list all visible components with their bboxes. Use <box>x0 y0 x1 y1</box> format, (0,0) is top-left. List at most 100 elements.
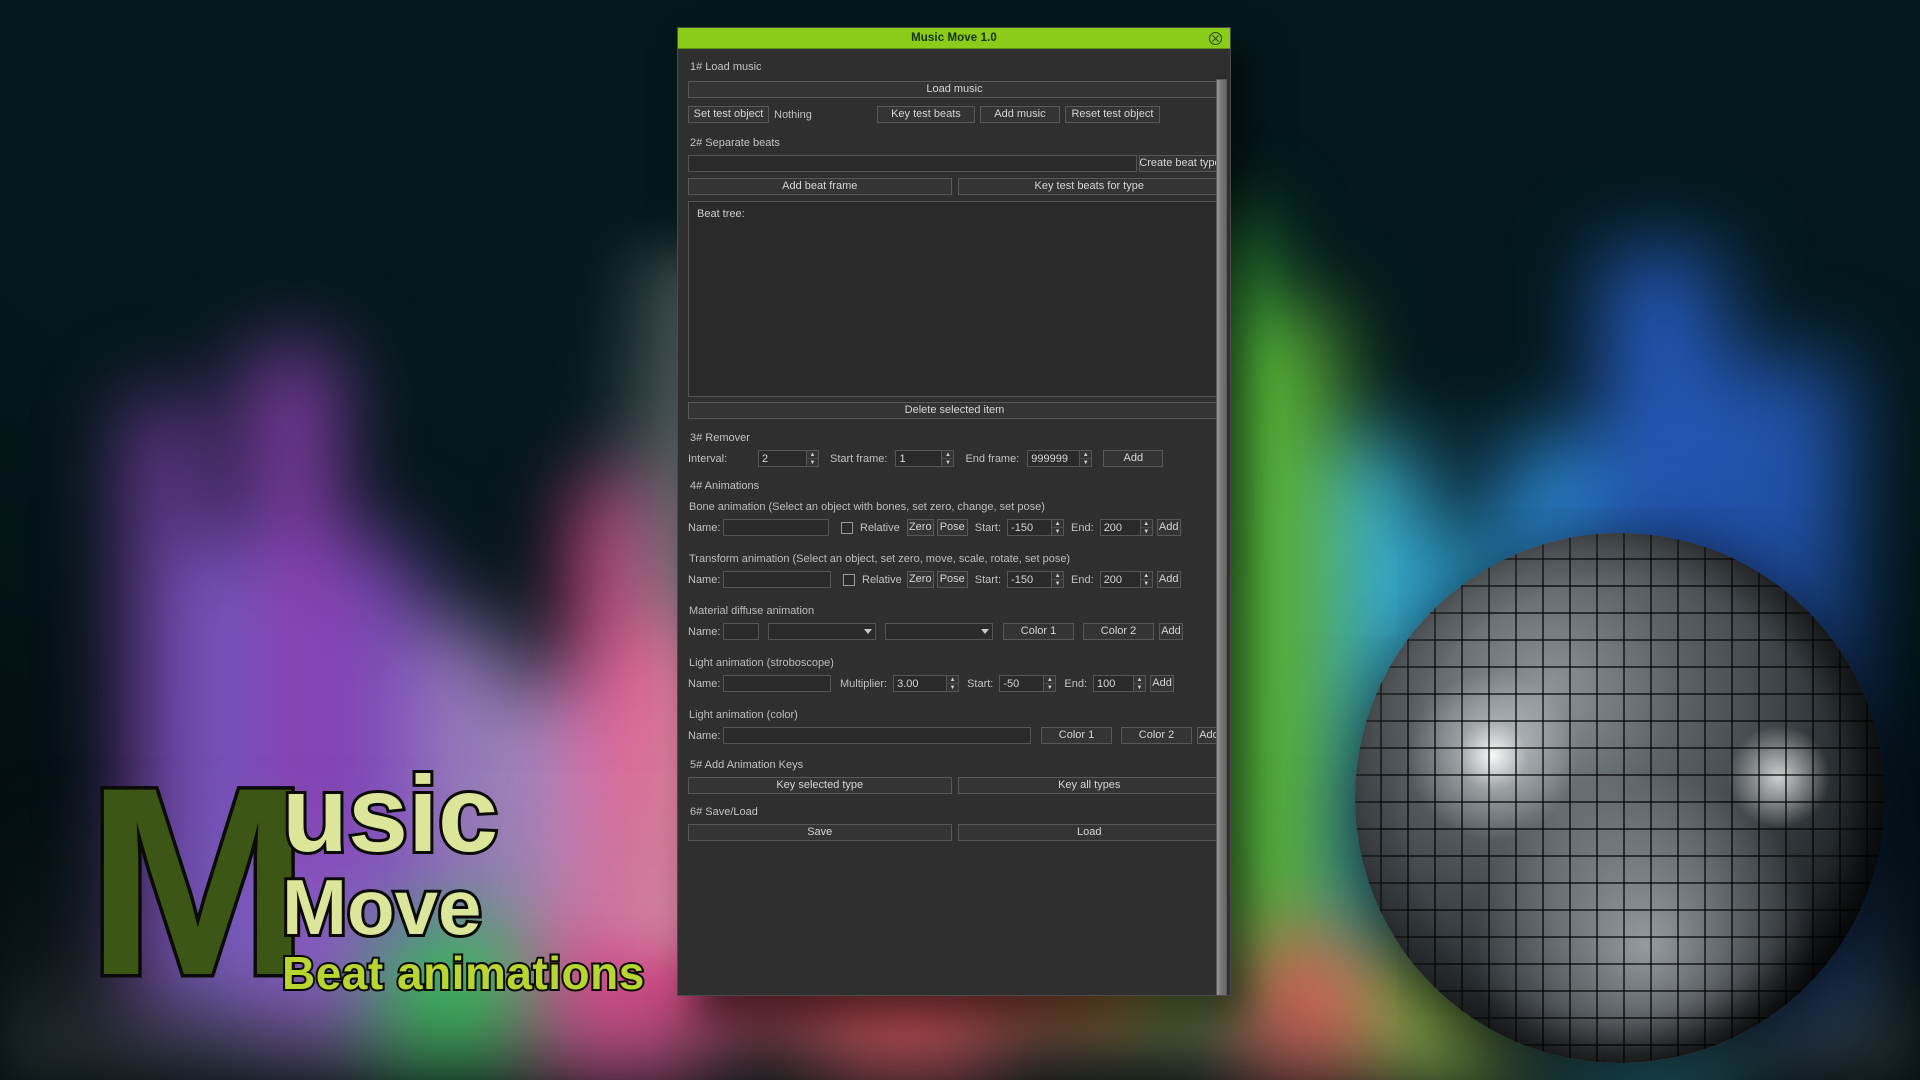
create-beat-type-button[interactable]: Create beat type <box>1139 155 1221 172</box>
bone-end-stepper[interactable]: ▲▼ <box>1099 519 1153 536</box>
strobe-multiplier-input[interactable] <box>893 675 947 692</box>
window-title: Music Move 1.0 <box>911 32 997 44</box>
bone-relative-checkbox[interactable] <box>841 521 853 534</box>
lightcolor-name-input[interactable] <box>723 727 1031 744</box>
end-frame-input[interactable] <box>1027 450 1080 467</box>
end-frame-stepper[interactable]: ▲▼ <box>1027 450 1093 467</box>
lightcolor-color1-button[interactable]: Color 1 <box>1041 727 1112 744</box>
material-name-input[interactable] <box>723 623 759 640</box>
strobe-add-button[interactable]: Add <box>1150 675 1175 692</box>
add-music-button[interactable]: Add music <box>979 106 1060 123</box>
end-frame-spinner-arrows[interactable]: ▲ ▼ <box>1079 450 1093 467</box>
bone-add-button[interactable]: Add <box>1156 519 1181 536</box>
chevron-down-icon[interactable]: ▼ <box>1052 528 1063 535</box>
interval-stepper[interactable]: ▲▼ <box>758 450 819 467</box>
strobe-start-spinner-arrows[interactable]: ▲ ▼ <box>1043 675 1057 692</box>
start-frame-input[interactable] <box>895 450 942 467</box>
key-selected-type-button[interactable]: Key selected type <box>688 777 952 794</box>
transform-end-spinner-arrows[interactable]: ▲ ▼ <box>1139 571 1153 588</box>
load-music-button[interactable]: Load music <box>688 81 1221 98</box>
strobe-multiplier-stepper[interactable]: ▲▼ <box>893 675 960 692</box>
chevron-up-icon[interactable]: ▲ <box>1140 572 1152 580</box>
material-dropdown-2[interactable] <box>885 623 993 640</box>
strobe-end-spinner-arrows[interactable]: ▲ ▼ <box>1133 675 1147 692</box>
bone-end-spinner-arrows[interactable]: ▲ ▼ <box>1139 519 1153 536</box>
transform-end-label: End: <box>1071 573 1094 586</box>
material-add-button[interactable]: Add <box>1159 623 1183 640</box>
chevron-up-icon[interactable]: ▲ <box>1140 520 1152 528</box>
material-dropdown-1[interactable] <box>768 623 876 640</box>
chevron-down-icon[interactable]: ▼ <box>1141 528 1152 535</box>
strobe-multiplier-spinner-arrows[interactable]: ▲ ▼ <box>946 675 960 692</box>
chevron-up-icon[interactable]: ▲ <box>1044 676 1056 684</box>
transform-start-input[interactable] <box>1007 571 1052 588</box>
interval-spinner-arrows[interactable]: ▲ ▼ <box>806 450 819 467</box>
chevron-up-icon[interactable]: ▲ <box>1052 572 1064 580</box>
strobe-end-stepper[interactable]: ▲▼ <box>1093 675 1147 692</box>
bone-start-spinner-arrows[interactable]: ▲ ▼ <box>1051 519 1065 536</box>
beat-type-name-input[interactable] <box>688 155 1137 172</box>
beat-tree-panel[interactable]: Beat tree: <box>688 201 1221 397</box>
chevron-down-icon[interactable]: ▼ <box>1080 459 1091 466</box>
chevron-up-icon[interactable]: ▲ <box>942 451 954 459</box>
set-test-object-button[interactable]: Set test object <box>688 106 769 123</box>
transform-animation-title: Transform animation (Select an object, s… <box>689 553 1071 565</box>
strobe-start-input[interactable] <box>999 675 1044 692</box>
chevron-down-icon[interactable]: ▼ <box>947 684 958 691</box>
logo-initial: M <box>82 731 312 1031</box>
bone-end-input[interactable] <box>1099 519 1140 536</box>
scrollbar-thumb[interactable] <box>1216 79 1227 995</box>
close-circle-icon[interactable] <box>1208 31 1223 46</box>
reset-test-object-button[interactable]: Reset test object <box>1064 106 1160 123</box>
material-color1-button[interactable]: Color 1 <box>1003 623 1074 640</box>
add-beat-frame-button[interactable]: Add beat frame <box>688 178 952 195</box>
delete-selected-item-button[interactable]: Delete selected item <box>688 402 1221 419</box>
bone-zero-button[interactable]: Zero <box>906 519 934 536</box>
chevron-down-icon[interactable]: ▼ <box>1052 580 1063 587</box>
chevron-down-icon[interactable]: ▼ <box>942 459 953 466</box>
lightcolor-color2-button[interactable]: Color 2 <box>1121 727 1192 744</box>
chevron-up-icon[interactable]: ▲ <box>1080 451 1092 459</box>
strobe-start-stepper[interactable]: ▲▼ <box>999 675 1057 692</box>
bone-start-stepper[interactable]: ▲▼ <box>1007 519 1065 536</box>
key-all-types-button[interactable]: Key all types <box>957 777 1221 794</box>
transform-add-button[interactable]: Add <box>1156 571 1181 588</box>
chevron-up-icon[interactable]: ▲ <box>1134 676 1146 684</box>
chevron-up-icon[interactable]: ▲ <box>947 676 959 684</box>
start-frame-stepper[interactable]: ▲▼ <box>895 450 955 467</box>
save-button[interactable]: Save <box>688 824 952 841</box>
chevron-down-icon[interactable]: ▼ <box>807 459 818 466</box>
key-test-beats-button[interactable]: Key test beats <box>876 106 975 123</box>
bone-name-input[interactable] <box>723 519 829 536</box>
section-heading-remover: 3# Remover <box>690 432 750 444</box>
bone-animation-title: Bone animation (Select an object with bo… <box>689 501 1045 513</box>
bone-pose-button[interactable]: Pose <box>936 519 968 536</box>
transform-start-spinner-arrows[interactable]: ▲ ▼ <box>1051 571 1065 588</box>
bone-start-input[interactable] <box>1007 519 1052 536</box>
chevron-down-icon[interactable]: ▼ <box>1141 580 1152 587</box>
interval-input[interactable] <box>758 450 806 467</box>
strobe-name-input[interactable] <box>723 675 831 692</box>
strobe-end-input[interactable] <box>1093 675 1134 692</box>
transform-end-stepper[interactable]: ▲▼ <box>1099 571 1153 588</box>
transform-relative-checkbox[interactable] <box>843 573 855 586</box>
remover-add-button[interactable]: Add <box>1103 450 1164 467</box>
load-button[interactable]: Load <box>957 824 1221 841</box>
transform-pose-button[interactable]: Pose <box>936 571 968 588</box>
transform-end-input[interactable] <box>1099 571 1140 588</box>
transform-zero-button[interactable]: Zero <box>906 571 934 588</box>
material-color2-button[interactable]: Color 2 <box>1083 623 1154 640</box>
transform-name-label: Name: <box>688 573 721 586</box>
start-frame-spinner-arrows[interactable]: ▲ ▼ <box>941 450 955 467</box>
chevron-up-icon[interactable]: ▲ <box>807 451 818 459</box>
test-object-value: Nothing <box>774 108 812 121</box>
chevron-down-icon[interactable]: ▼ <box>1044 684 1055 691</box>
transform-name-input[interactable] <box>723 571 831 588</box>
window-titlebar[interactable]: Music Move 1.0 <box>678 28 1230 49</box>
chevron-up-icon[interactable]: ▲ <box>1052 520 1064 528</box>
logo-line-move: Move <box>279 863 484 951</box>
chevron-down-icon[interactable]: ▼ <box>1134 684 1145 691</box>
key-test-beats-for-type-button[interactable]: Key test beats for type <box>957 178 1221 195</box>
transform-start-stepper[interactable]: ▲▼ <box>1007 571 1065 588</box>
window-body: 1# Load music Load music Set test object… <box>678 49 1230 995</box>
